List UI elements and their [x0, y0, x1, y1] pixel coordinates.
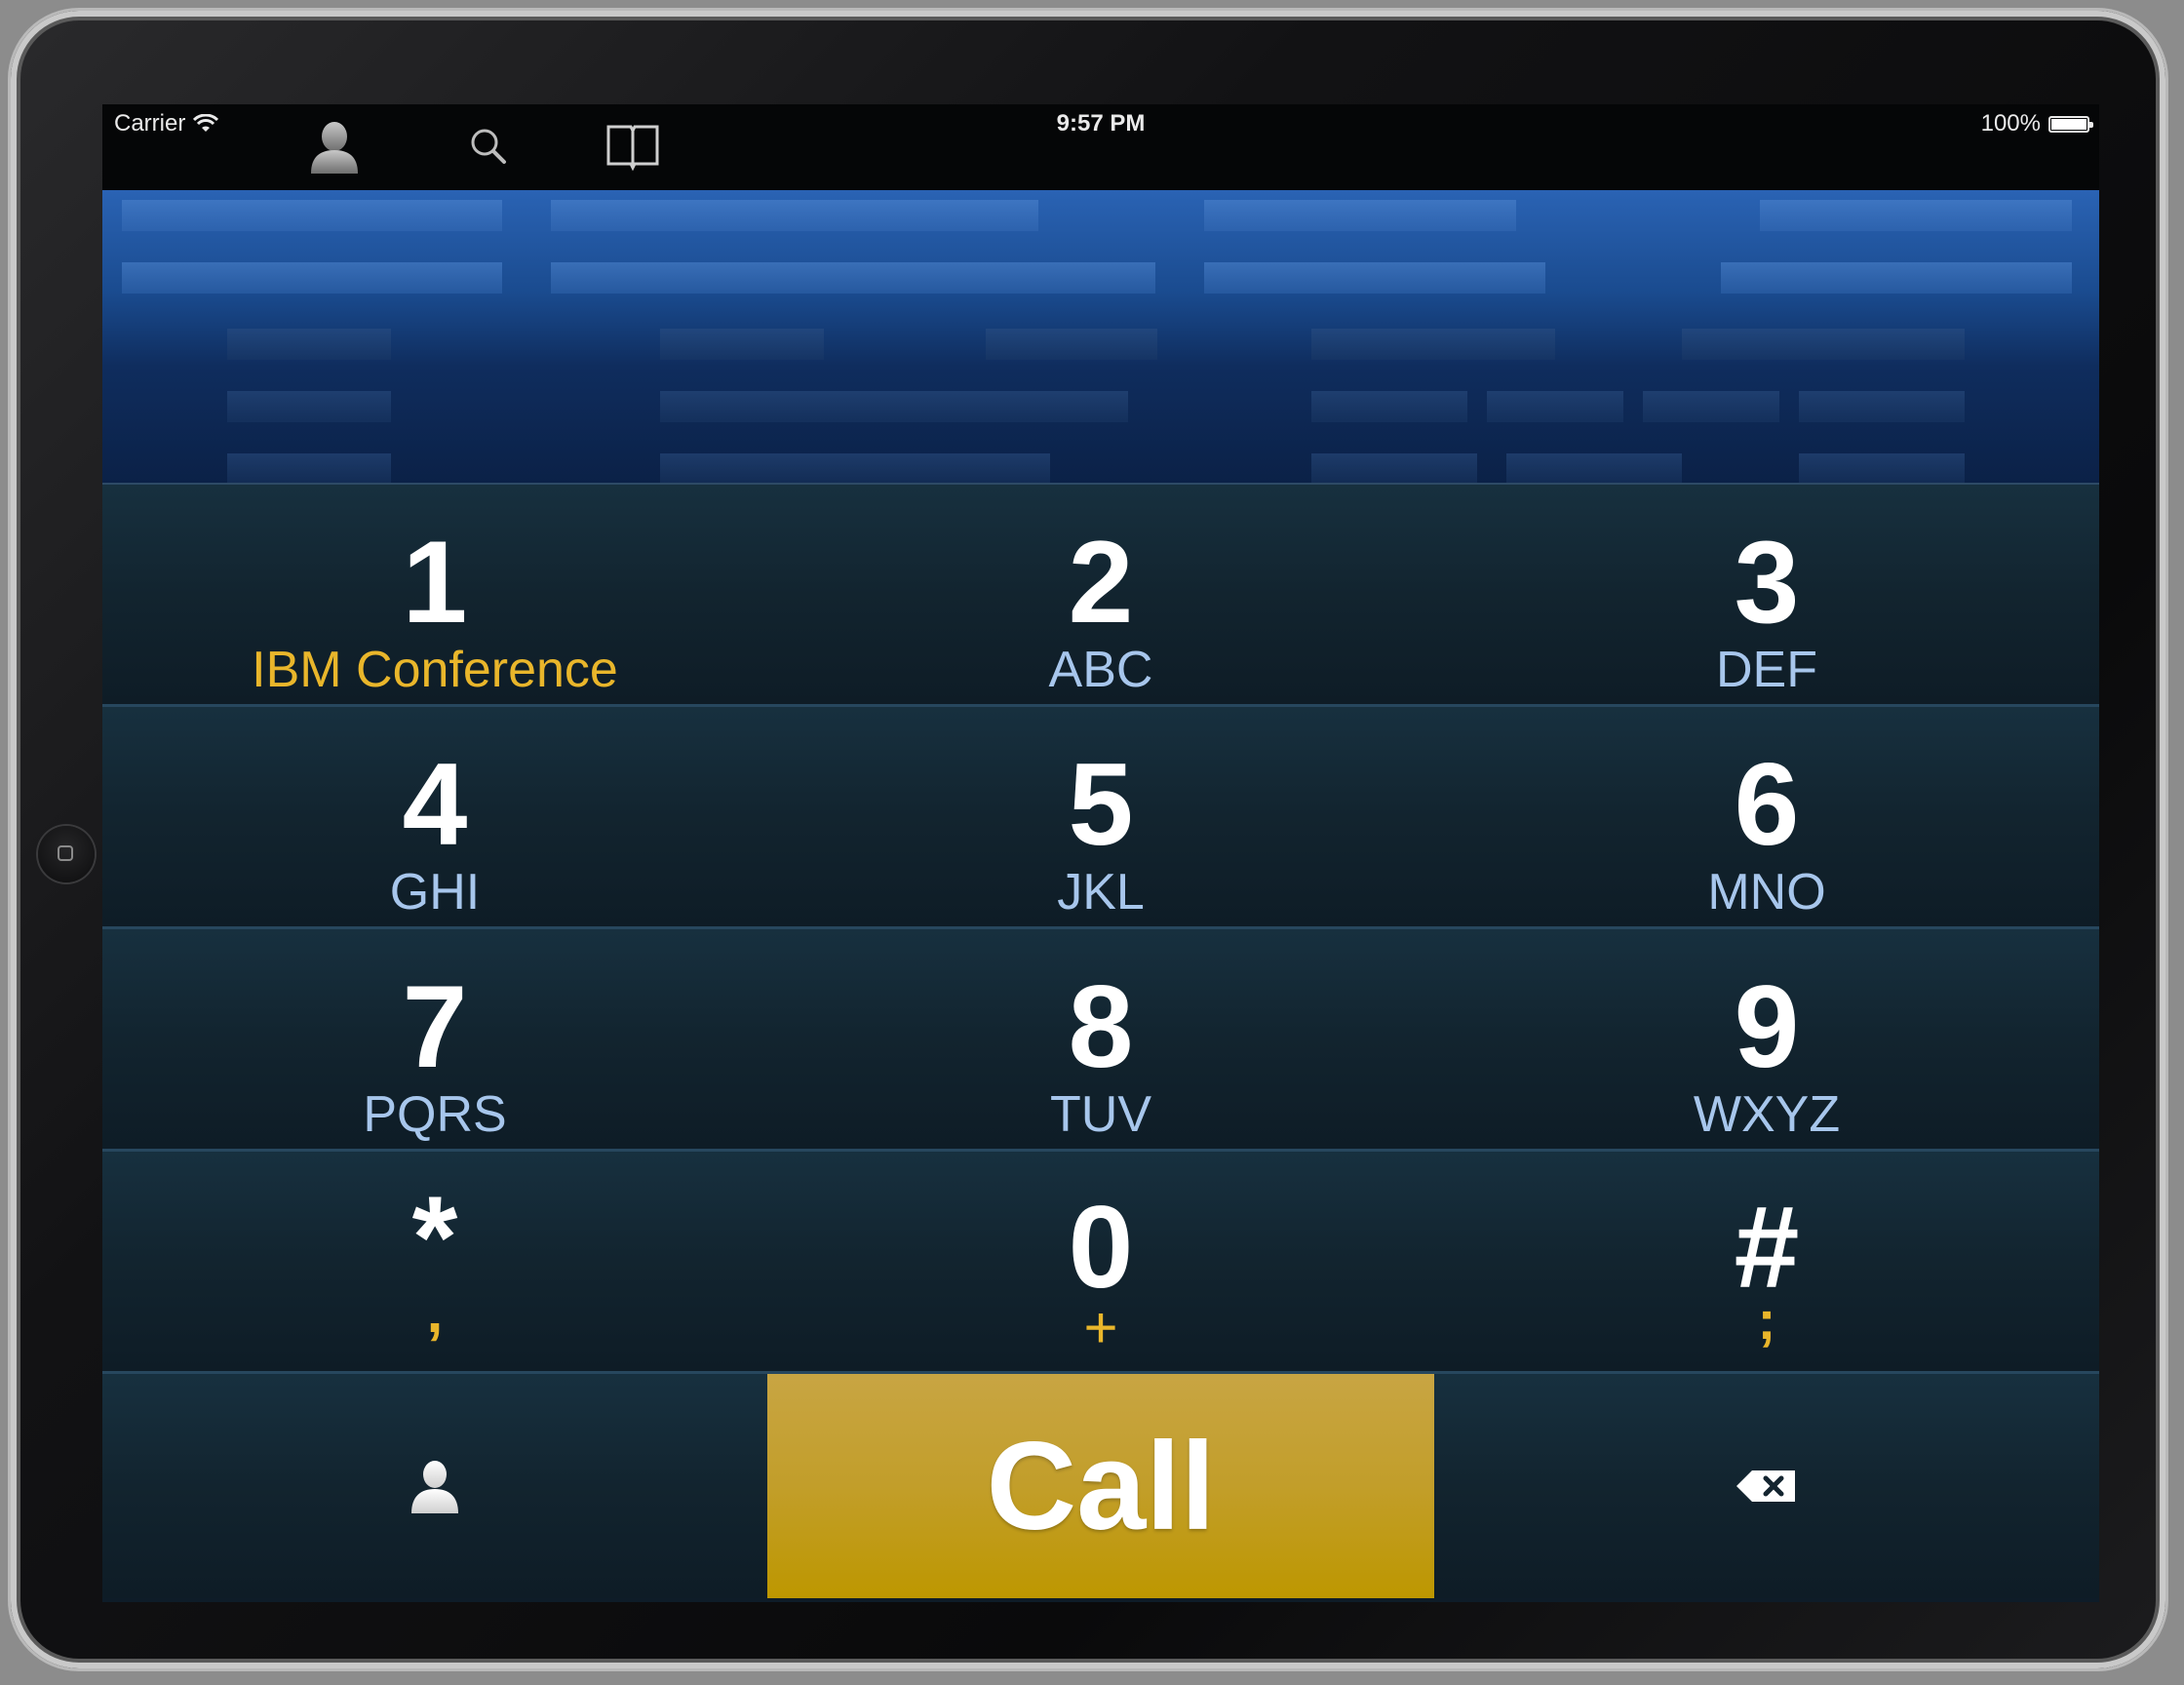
key-9[interactable]: 9 WXYZ: [1434, 929, 2099, 1152]
key-semicolon-symbol: ;: [1757, 1289, 1776, 1351]
key-4[interactable]: 4 GHI: [102, 707, 767, 929]
key-letters: WXYZ: [1693, 1086, 1841, 1143]
key-digit: 1: [402, 517, 468, 647]
key-label-ibm-conference: IBM Conference: [252, 642, 618, 698]
key-3[interactable]: 3 DEF: [1434, 485, 2099, 707]
key-digit: 8: [1068, 961, 1134, 1092]
home-square-icon: [58, 845, 73, 861]
key-letters: GHI: [389, 864, 481, 921]
key-letters: ABC: [1048, 642, 1153, 698]
key-digit: 4: [402, 739, 468, 870]
key-7[interactable]: 7 PQRS: [102, 929, 767, 1152]
key-digit: 2: [1068, 517, 1134, 647]
key-5[interactable]: 5 JKL: [767, 707, 1434, 929]
key-digit: 9: [1734, 961, 1800, 1092]
key-digit: 3: [1734, 517, 1800, 647]
battery-percent: 100%: [1980, 110, 2041, 137]
battery-indicator: 100%: [1980, 110, 2093, 137]
battery-icon: [2048, 115, 2093, 133]
status-bar: Carrier 9:57 PM 100%: [102, 104, 2099, 190]
backspace-button[interactable]: [1434, 1374, 2099, 1598]
ibm-banner: [102, 190, 2099, 485]
key-digit: 0: [1068, 1182, 1134, 1313]
tablet-frame: Carrier 9:57 PM 100% 1 IBM Conference 2 …: [11, 11, 2165, 1668]
contact-person-icon: [411, 1461, 458, 1513]
key-digit: 7: [402, 961, 468, 1092]
key-6[interactable]: 6 MNO: [1434, 707, 2099, 929]
contacts-button[interactable]: [102, 1374, 767, 1598]
key-2[interactable]: 2 ABC: [767, 485, 1434, 707]
backspace-icon: [1736, 1470, 1795, 1502]
key-hash[interactable]: # ;: [1434, 1152, 2099, 1374]
key-comma-symbol: ,: [426, 1279, 444, 1345]
call-button-label: Call: [986, 1416, 1216, 1556]
screen: Carrier 9:57 PM 100% 1 IBM Conference 2 …: [102, 104, 2099, 1602]
key-plus-symbol: +: [1083, 1295, 1118, 1360]
key-letters: PQRS: [363, 1086, 507, 1143]
ibm-logo-watermark: [122, 200, 2072, 483]
call-button[interactable]: Call: [767, 1374, 1434, 1598]
key-8[interactable]: 8 TUV: [767, 929, 1434, 1152]
key-1[interactable]: 1 IBM Conference: [102, 485, 767, 707]
key-0[interactable]: 0 +: [767, 1152, 1434, 1374]
key-letters: TUV: [1050, 1086, 1151, 1143]
home-button[interactable]: [38, 826, 95, 882]
key-letters: DEF: [1716, 642, 1817, 698]
key-letters: MNO: [1707, 864, 1826, 921]
status-time: 9:57 PM: [1056, 110, 1146, 137]
key-star[interactable]: * ,: [102, 1152, 767, 1374]
dial-keypad: 1 IBM Conference 2 ABC 3 DEF 4 GHI 5 JKL…: [102, 485, 2099, 1602]
key-letters: JKL: [1057, 864, 1145, 921]
key-digit: 5: [1068, 739, 1134, 870]
key-digit: 6: [1734, 739, 1800, 870]
